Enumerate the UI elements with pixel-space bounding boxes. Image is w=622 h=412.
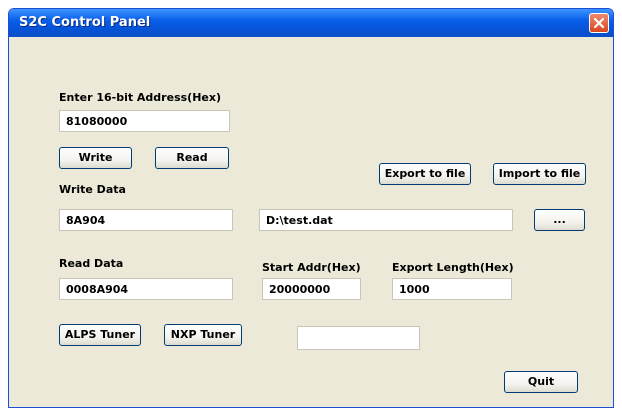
address-input[interactable]: 81080000 — [59, 110, 230, 132]
browse-button[interactable]: ... — [534, 209, 585, 231]
nxp-tuner-button[interactable]: NXP Tuner — [164, 324, 242, 346]
export-to-file-button[interactable]: Export to file — [379, 163, 471, 185]
close-icon — [593, 17, 605, 29]
window-title: S2C Control Panel — [19, 15, 151, 30]
start-addr-input[interactable]: 20000000 — [262, 278, 361, 300]
title-bar[interactable]: S2C Control Panel — [9, 9, 613, 37]
file-path-input[interactable]: D:\test.dat — [259, 209, 513, 231]
client-area: Enter 16-bit Address(Hex) 81080000 Write… — [9, 37, 613, 407]
read-data-input[interactable]: 0008A904 — [59, 278, 233, 300]
read-data-label: Read Data — [59, 257, 124, 270]
write-data-input[interactable]: 8A904 — [59, 209, 233, 231]
close-button[interactable] — [589, 13, 609, 33]
status-input[interactable] — [297, 326, 420, 350]
alps-tuner-button[interactable]: ALPS Tuner — [59, 324, 141, 346]
import-to-file-button[interactable]: Import to file — [493, 163, 586, 185]
address-label: Enter 16-bit Address(Hex) — [59, 91, 221, 104]
read-button[interactable]: Read — [155, 147, 229, 169]
export-length-input[interactable]: 1000 — [392, 278, 512, 300]
quit-button[interactable]: Quit — [504, 371, 578, 393]
s2c-control-panel-window: S2C Control Panel Enter 16-bit Address(H… — [8, 8, 614, 408]
export-length-label: Export Length(Hex) — [392, 261, 514, 274]
start-addr-label: Start Addr(Hex) — [262, 261, 361, 274]
write-data-label: Write Data — [59, 183, 126, 196]
write-button[interactable]: Write — [59, 147, 132, 169]
